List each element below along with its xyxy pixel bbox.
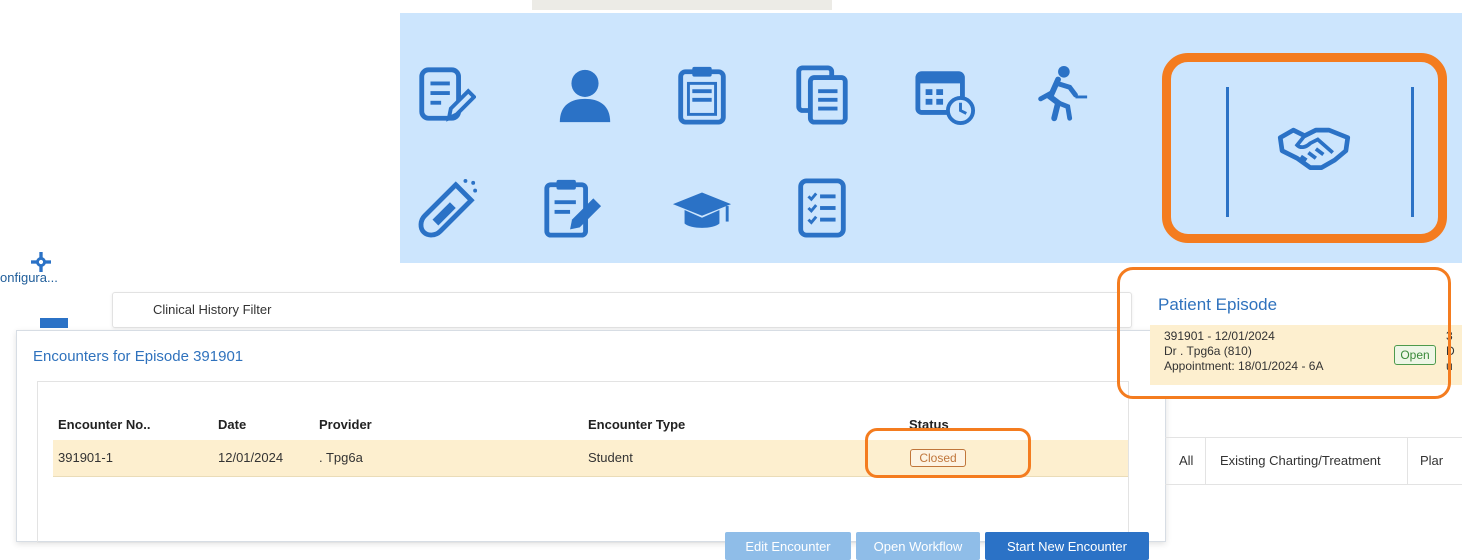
edit-encounter-button[interactable]: Edit Encounter xyxy=(725,532,851,560)
handshake-highlight xyxy=(1162,53,1447,243)
test-tube-icon[interactable] xyxy=(413,173,483,243)
filter-label: Clinical History Filter xyxy=(153,302,272,317)
running-person-icon[interactable] xyxy=(1025,60,1095,130)
tab-divider xyxy=(1407,438,1408,484)
chart-tabs: All Existing Charting/Treatment Plar xyxy=(1165,437,1462,485)
encounters-title: Encounters for Episode 391901 xyxy=(33,348,244,365)
col-date[interactable]: Date xyxy=(218,417,246,432)
user-icon[interactable] xyxy=(550,60,620,130)
checklist-icon[interactable] xyxy=(787,173,857,243)
icon-toolbar xyxy=(400,13,1462,263)
sidebar-strip xyxy=(40,318,68,328)
open-workflow-button[interactable]: Open Workflow xyxy=(856,532,980,560)
tab-divider xyxy=(1205,438,1206,484)
episode-highlight xyxy=(1117,267,1451,399)
config-sidebar[interactable]: onfigura... xyxy=(0,252,90,330)
clinical-history-filter[interactable]: Clinical History Filter xyxy=(112,292,1132,328)
calendar-clock-icon[interactable] xyxy=(910,60,980,130)
col-encounter-no[interactable]: Encounter No.. xyxy=(58,417,150,432)
tab-all[interactable]: All xyxy=(1179,453,1193,468)
start-new-encounter-button[interactable]: Start New Encounter xyxy=(985,532,1149,560)
cell-date: 12/01/2024 xyxy=(218,450,284,465)
top-strip xyxy=(532,0,832,10)
cell-encounter-no: 391901-1 xyxy=(58,450,113,465)
graduation-cap-icon[interactable] xyxy=(667,173,737,243)
divider-line xyxy=(1411,87,1414,217)
cell-provider: . Tpg6a xyxy=(319,450,363,465)
handshake-icon[interactable] xyxy=(1274,112,1354,182)
config-label: onfigura... xyxy=(0,270,58,285)
copy-documents-icon[interactable] xyxy=(787,60,857,130)
status-highlight xyxy=(865,428,1031,478)
edit-document-icon[interactable] xyxy=(410,60,480,130)
tab-plan[interactable]: Plar xyxy=(1420,453,1443,468)
clipboard-edit-icon[interactable] xyxy=(537,173,607,243)
col-encounter-type[interactable]: Encounter Type xyxy=(588,417,685,432)
tab-existing-charting[interactable]: Existing Charting/Treatment xyxy=(1220,453,1381,468)
col-provider[interactable]: Provider xyxy=(319,417,372,432)
clipboard-icon[interactable] xyxy=(667,60,737,130)
divider-line xyxy=(1226,87,1229,217)
cell-encounter-type: Student xyxy=(588,450,633,465)
